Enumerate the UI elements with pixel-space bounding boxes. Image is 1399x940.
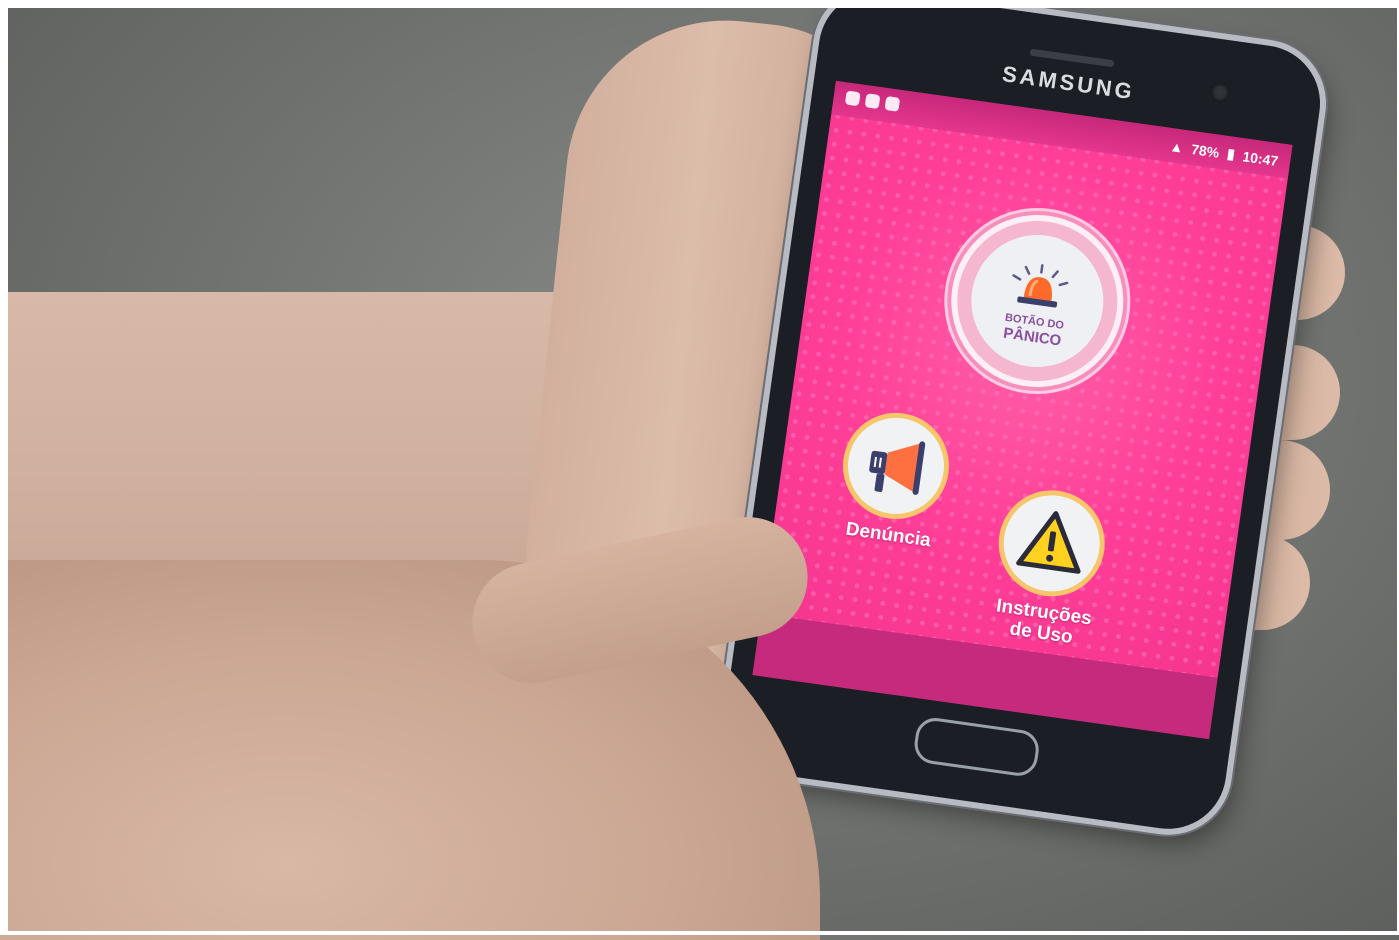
panic-button-label: BOTÃO DO PÂNICO (966, 308, 1101, 354)
siren-icon (1012, 264, 1069, 308)
denuncia-button[interactable] (841, 411, 951, 521)
phone-screen: ▲ 78% ▮ 10:47 BOTÃO DO PÂNICO Denúncia I… (752, 80, 1293, 740)
signal-icon: ▲ (1168, 137, 1185, 156)
warning-icon (1016, 511, 1081, 574)
whatsapp-icon (844, 90, 861, 107)
battery-icon: ▮ (1226, 145, 1236, 162)
smartphone: SAMSUNG ▲ 78% ▮ 10:47 BOTÃO DO PÂNICO De… (717, 0, 1328, 837)
panic-button[interactable]: BOTÃO DO PÂNICO (946, 210, 1128, 392)
megaphone-icon (869, 441, 926, 495)
youtube-icon (884, 95, 901, 112)
system-status: ▲ 78% ▮ 10:47 (1169, 137, 1280, 169)
photo-scene: SAMSUNG ▲ 78% ▮ 10:47 BOTÃO DO PÂNICO De… (0, 0, 1399, 940)
instrucoes-button[interactable] (997, 489, 1106, 598)
battery-level: 78% (1190, 140, 1221, 161)
denuncia-label[interactable]: Denúncia (817, 515, 959, 556)
message-icon (864, 93, 881, 110)
clock: 10:47 (1241, 147, 1280, 169)
panic-button-face: BOTÃO DO PÂNICO (962, 226, 1112, 376)
notification-icons (844, 90, 901, 112)
